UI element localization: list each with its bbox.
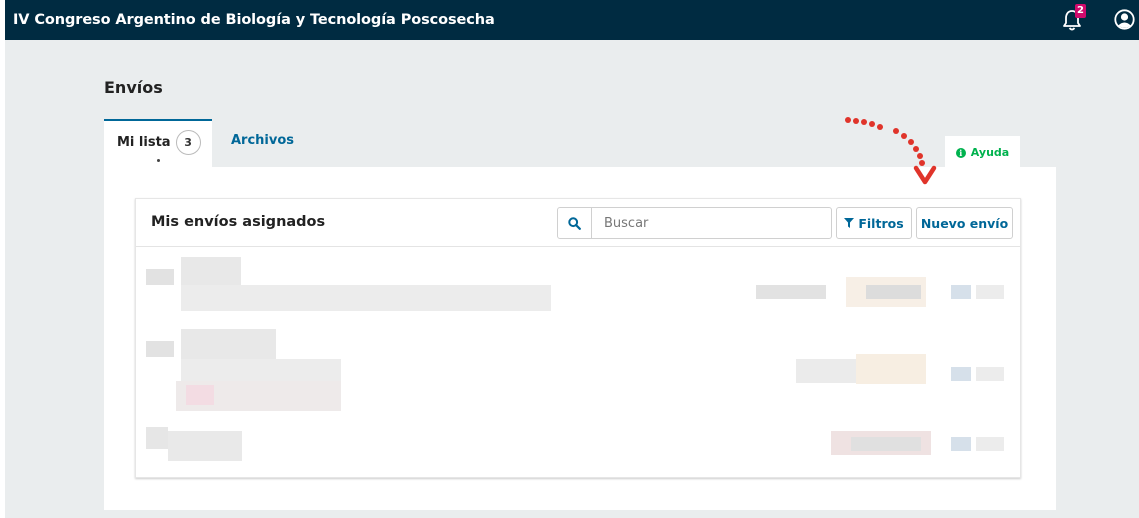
redacted-block bbox=[186, 385, 214, 405]
annotation-dot bbox=[869, 121, 875, 127]
annotation-dot bbox=[908, 139, 914, 145]
redacted-block bbox=[168, 431, 242, 461]
user-circle-icon[interactable] bbox=[1114, 9, 1135, 30]
annotation-dot bbox=[901, 133, 907, 139]
redacted-block bbox=[181, 285, 551, 311]
submissions-card: Mis envíos asignados Filtros Nuevo envío bbox=[135, 198, 1021, 478]
redacted-block bbox=[146, 427, 168, 449]
search-button[interactable] bbox=[558, 208, 592, 238]
redacted-block bbox=[976, 367, 1004, 381]
new-submission-label: Nuevo envío bbox=[920, 215, 1009, 231]
annotation-dot bbox=[893, 128, 899, 134]
redacted-block bbox=[951, 437, 971, 451]
annotation-dot bbox=[917, 153, 923, 159]
help-button[interactable]: i Ayuda bbox=[945, 136, 1020, 169]
redacted-block bbox=[866, 285, 921, 299]
redacted-block bbox=[976, 285, 1004, 299]
submissions-title: Mis envíos asignados bbox=[151, 214, 326, 230]
redacted-block bbox=[856, 354, 926, 384]
redacted-block bbox=[756, 285, 826, 299]
redacted-block bbox=[181, 359, 341, 381]
tab-archive[interactable]: Archivos bbox=[231, 119, 294, 167]
help-label: Ayuda bbox=[970, 146, 1010, 159]
info-icon: i bbox=[955, 147, 966, 158]
tab-my-list-count: 3 bbox=[175, 130, 201, 155]
filter-icon bbox=[844, 218, 855, 228]
annotation-dot bbox=[853, 118, 859, 124]
redacted-block bbox=[851, 437, 921, 451]
annotation-dot bbox=[877, 124, 883, 130]
arrowhead-icon bbox=[913, 165, 937, 185]
search-input[interactable] bbox=[592, 208, 831, 238]
redacted-block bbox=[976, 437, 1004, 451]
search-icon bbox=[568, 216, 581, 230]
page-title: Envíos bbox=[104, 78, 163, 97]
redacted-block bbox=[146, 269, 174, 285]
redacted-block bbox=[951, 285, 971, 299]
redacted-block bbox=[796, 359, 856, 383]
tab-archive-label: Archivos bbox=[231, 133, 295, 148]
submissions-card-header: Mis envíos asignados Filtros Nuevo envío bbox=[136, 199, 1020, 247]
redacted-block bbox=[146, 341, 174, 357]
tab-my-list-label: Mi lista bbox=[117, 135, 171, 150]
search-box[interactable] bbox=[557, 207, 832, 239]
annotation-dot bbox=[861, 119, 867, 125]
tab-my-list[interactable]: Mi lista 3 bbox=[104, 119, 212, 167]
page-body: Envíos Mi lista 3 Archivos i Ayuda Mis e… bbox=[5, 40, 1139, 518]
filters-button[interactable]: Filtros bbox=[836, 207, 912, 239]
top-header-bar: IV Congreso Argentino de Biología y Tecn… bbox=[5, 0, 1139, 40]
site-title[interactable]: IV Congreso Argentino de Biología y Tecn… bbox=[13, 12, 495, 28]
new-submission-button[interactable]: Nuevo envío bbox=[916, 207, 1013, 239]
annotation-dot bbox=[845, 117, 851, 123]
filters-label: Filtros bbox=[858, 215, 904, 231]
redacted-block bbox=[951, 367, 971, 381]
annotation-dot bbox=[913, 146, 919, 152]
active-tab-dot bbox=[157, 159, 160, 162]
notification-count-badge: 2 bbox=[1075, 4, 1086, 18]
